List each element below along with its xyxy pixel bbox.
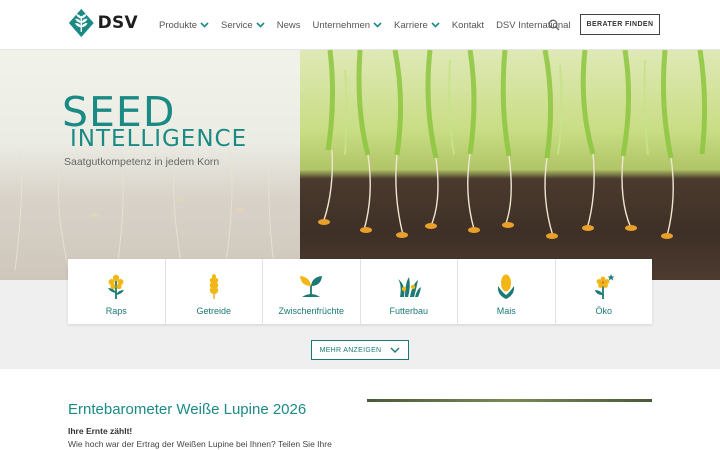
eco-flower-icon — [594, 274, 615, 299]
main-nav: Produkte Service News Unternehmen Karrie… — [159, 0, 583, 50]
chevron-down-icon — [390, 347, 400, 353]
find-advisor-button[interactable]: BERATER FINDEN — [580, 14, 660, 35]
nav-item-label: Service — [221, 19, 253, 31]
nav-item-label: Kontakt — [451, 19, 485, 31]
hero-title-line2: INTELLIGENCE — [70, 126, 248, 152]
nav-item-label: News — [276, 19, 301, 31]
sprout-icon — [300, 276, 323, 297]
nav-item-produkte[interactable]: Produkte — [159, 20, 209, 31]
category-label: Raps — [105, 306, 127, 316]
hero-banner: SEED INTELLIGENCE Saatgutkompetenz in je… — [0, 50, 720, 280]
chevron-down-icon — [200, 22, 209, 28]
category-oeko[interactable]: Öko — [556, 259, 653, 324]
rapeseed-icon — [108, 274, 125, 299]
nav-item-unternehmen[interactable]: Unternehmen — [312, 20, 382, 31]
dsv-logo[interactable]: DSV — [68, 6, 138, 40]
grass-icon — [397, 277, 421, 297]
article-image — [367, 399, 652, 402]
category-grid: Raps Getreide Zwischenfrüchte Futterbau … — [68, 259, 652, 324]
category-raps[interactable]: Raps — [68, 259, 166, 324]
nav-item-label: Unternehmen — [312, 19, 371, 31]
category-label: Zwischenfrüchte — [278, 306, 345, 316]
nav-item-service[interactable]: Service — [221, 20, 265, 31]
corn-icon — [498, 274, 515, 299]
nav-item-kontakt[interactable]: Kontakt — [452, 20, 484, 31]
show-more-label: MEHR ANZEIGEN — [319, 346, 382, 354]
search-icon[interactable] — [548, 19, 560, 31]
nav-item-karriere[interactable]: Karriere — [394, 20, 440, 31]
chevron-down-icon — [431, 22, 440, 28]
category-label: Futterbau — [389, 306, 429, 316]
show-more-button[interactable]: MEHR ANZEIGEN — [311, 340, 409, 360]
grain-icon — [209, 274, 218, 299]
category-zwischenfruechte[interactable]: Zwischenfrüchte — [263, 259, 361, 324]
nav-item-news[interactable]: News — [277, 20, 301, 31]
chevron-down-icon — [256, 22, 265, 28]
nav-item-label: Produkte — [159, 19, 198, 31]
hero-subtitle: Saatgutkompetenz in jedem Korn — [64, 156, 220, 168]
article-kicker: Ihre Ernte zählt! — [68, 426, 133, 436]
category-label: Getreide — [196, 306, 232, 316]
chevron-down-icon — [373, 22, 382, 28]
dsv-logo-icon — [68, 8, 94, 38]
category-label: Öko — [595, 306, 612, 316]
category-futterbau[interactable]: Futterbau — [361, 259, 458, 324]
article-title[interactable]: Erntebarometer Weiße Lupine 2026 — [68, 401, 306, 418]
category-getreide[interactable]: Getreide — [166, 259, 263, 324]
nav-item-label: Karriere — [394, 19, 428, 31]
article-text: Wie hoch war der Ertrag der Weißen Lupin… — [68, 439, 332, 449]
category-label: Mais — [496, 306, 516, 316]
logo-wordmark: DSV — [97, 13, 138, 33]
site-header: DSV Produkte Service News Unternehmen Ka… — [0, 0, 720, 50]
category-mais[interactable]: Mais — [458, 259, 556, 324]
